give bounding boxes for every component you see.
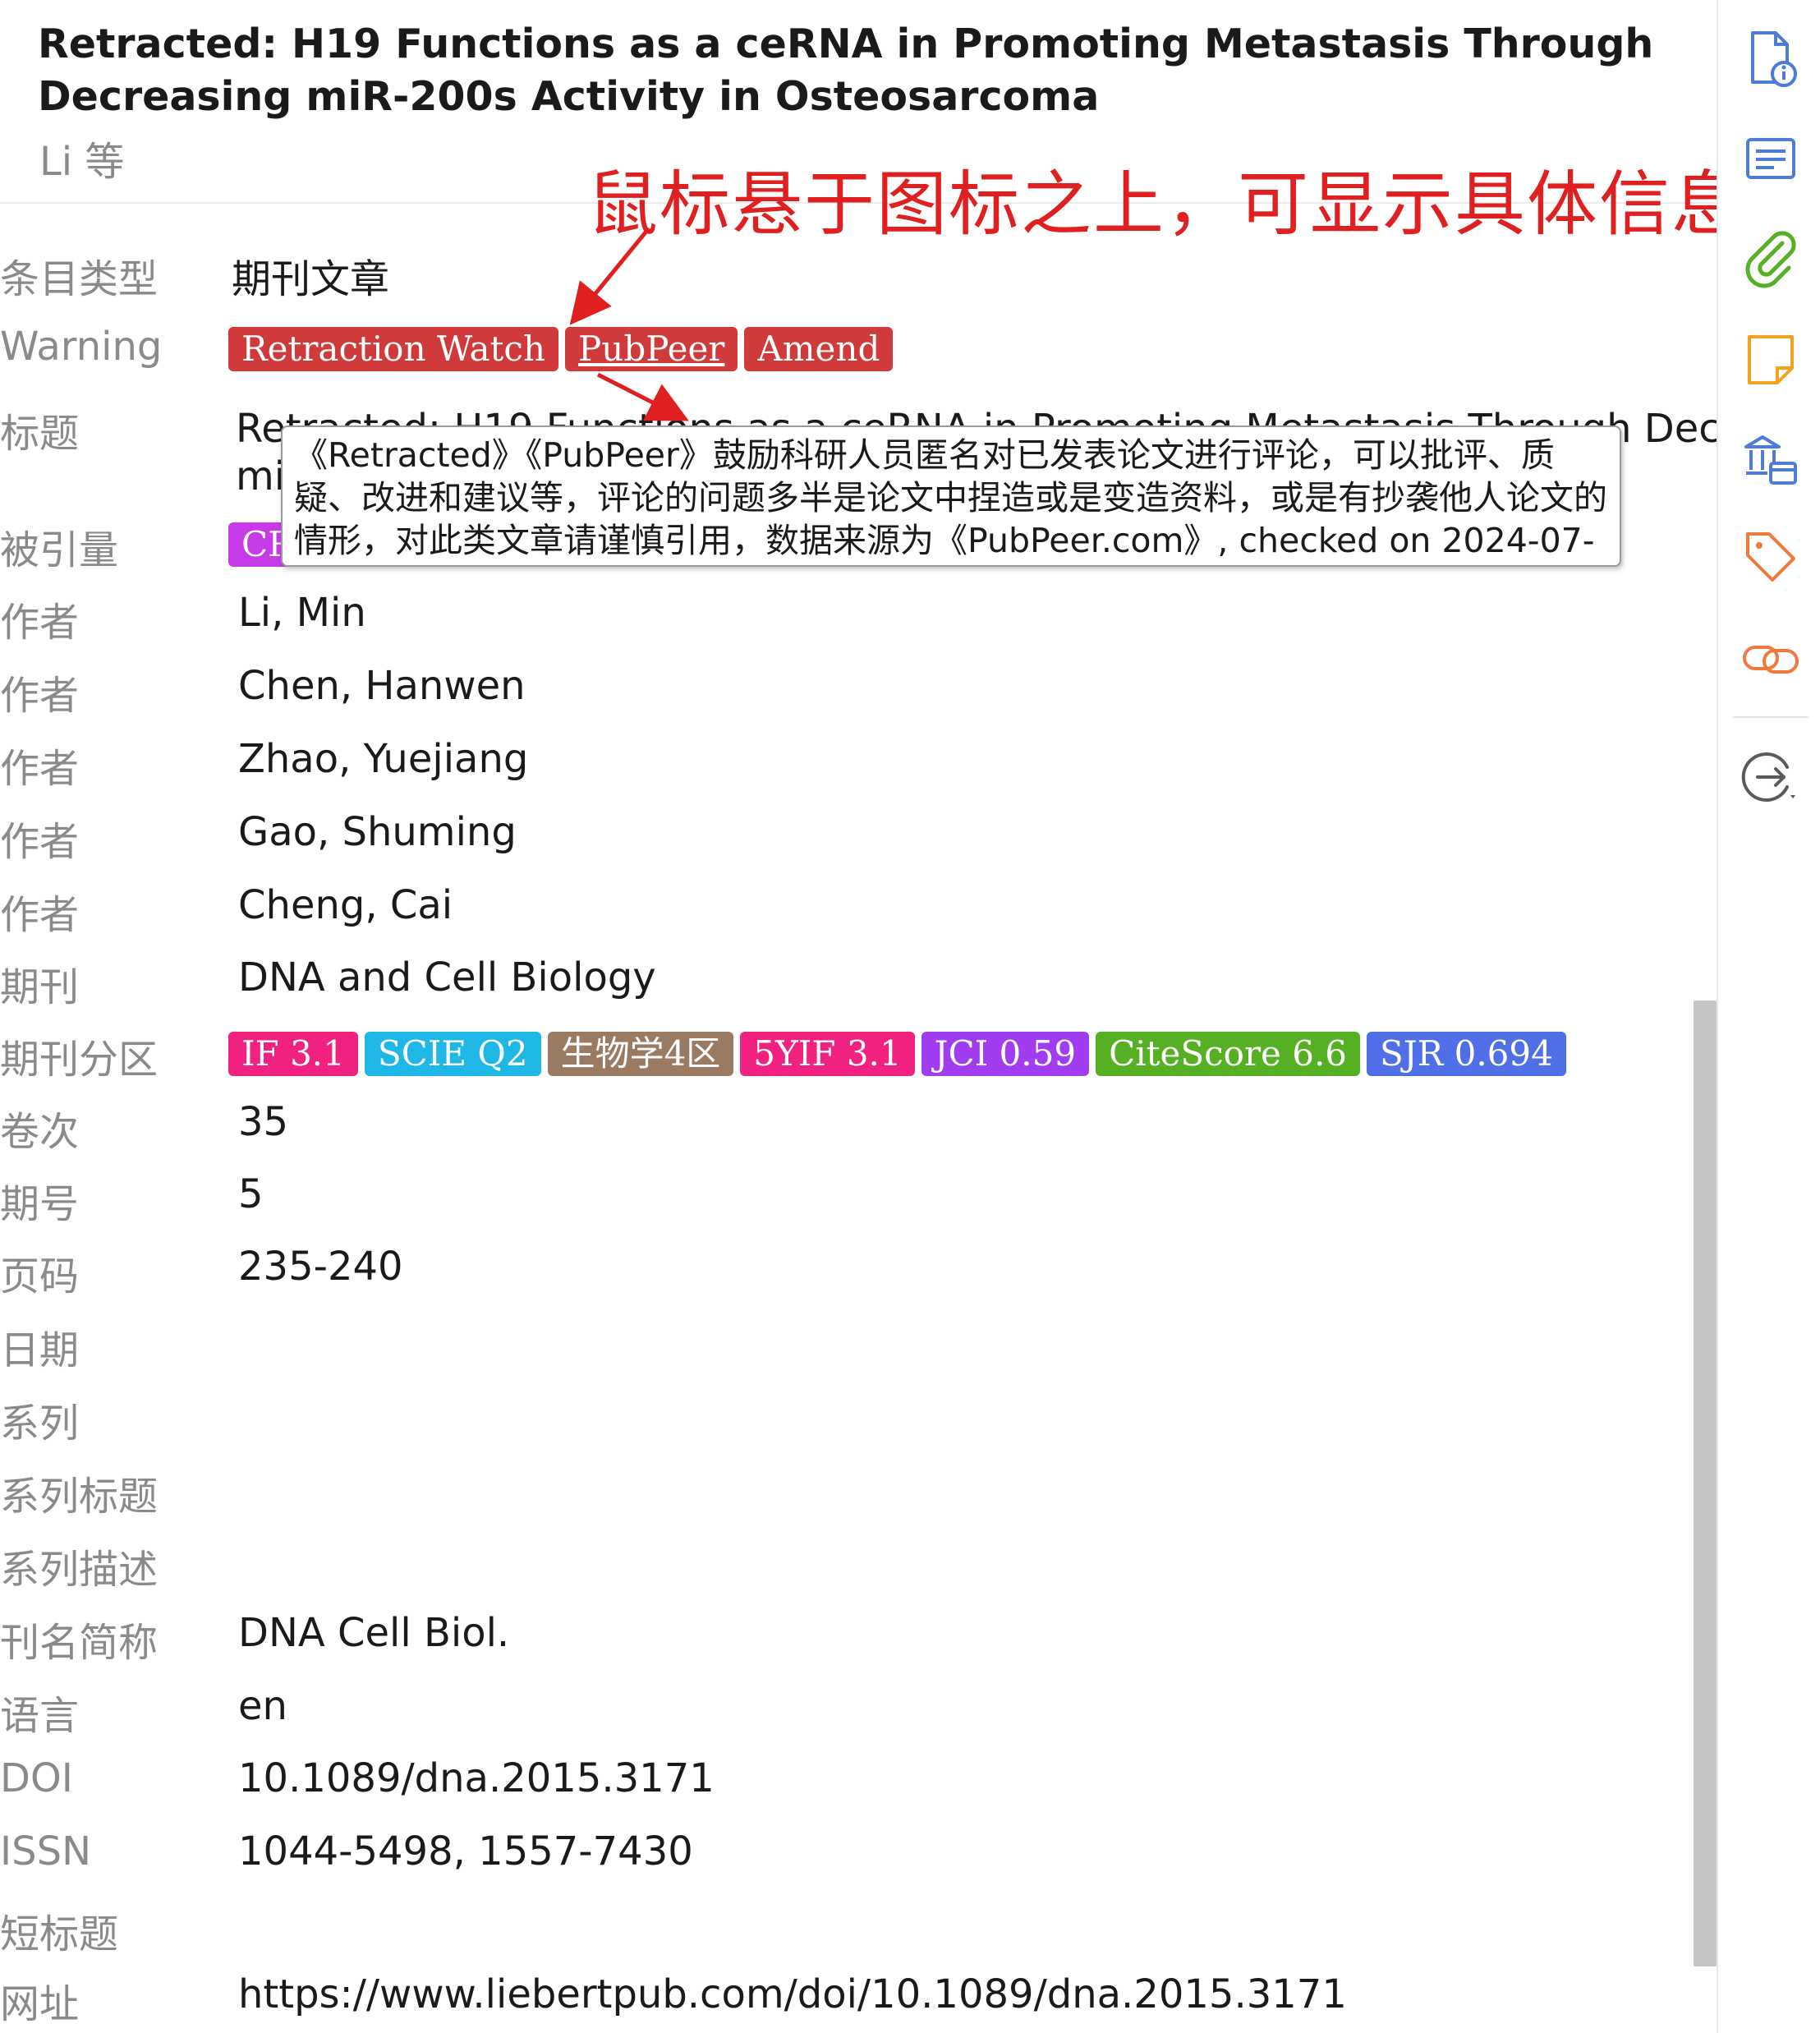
field-label: 网址: [0, 1981, 80, 2027]
pubpeer-tooltip: 《Retracted》《PubPeer》鼓励科研人员匿名对已发表论文进行评论，可…: [281, 425, 1621, 567]
field-row-language: 语言 en: [0, 1672, 1692, 1744]
item-pane: Retracted: H19 Functions as a ceRNA in P…: [0, 0, 1820, 2033]
field-label: 作者: [0, 600, 80, 646]
tooltip-line: 疑、改进和建议等，评论的问题多半是论文中捏造或是变造资料，或是有抄袭他人论文的: [294, 478, 1607, 517]
field-label: 日期: [0, 1327, 80, 1373]
libraries-collections-icon[interactable]: [1741, 429, 1800, 488]
field-row-series-text: 系列描述: [0, 1525, 1692, 1598]
field-row-pages: 页码 235-240: [0, 1232, 1692, 1304]
field-row-journal: 期刊 DNA and Cell Biology: [0, 943, 1692, 1015]
field-row-journal-abbr: 刊名简称 DNA Cell Biol.: [0, 1598, 1692, 1671]
field-row-author: 作者 Chen, Hanwen: [0, 651, 1692, 724]
field-label: DOI: [0, 1755, 73, 1801]
volume-value[interactable]: 35: [238, 1099, 288, 1145]
author-value[interactable]: Gao, Shuming: [238, 809, 517, 855]
tag-cas[interactable]: 生物学4区: [547, 1032, 734, 1076]
pages-value[interactable]: 235-240: [238, 1244, 403, 1290]
item-title[interactable]: Retracted: H19 Functions as a ceRNA in P…: [38, 18, 1680, 123]
field-label: 标题: [0, 411, 80, 457]
item-type-value[interactable]: 期刊文章: [232, 246, 389, 304]
field-label: 作者: [0, 892, 80, 938]
field-label: 短标题: [0, 1911, 119, 1957]
field-row-series: 系列: [0, 1379, 1692, 1451]
item-creator: Li 等: [39, 139, 125, 185]
tag-pubpeer[interactable]: PubPeer: [565, 327, 738, 371]
tag-5yif[interactable]: 5YIF 3.1: [740, 1032, 915, 1076]
field-row-author: 作者 Gao, Shuming: [0, 798, 1692, 870]
field-row-author: 作者 Cheng, Cai: [0, 871, 1692, 943]
field-row-issue: 期号 5: [0, 1160, 1692, 1232]
field-row-volume: 卷次 35: [0, 1088, 1692, 1160]
tag-amend[interactable]: Amend: [744, 327, 894, 371]
field-label: 卷次: [0, 1109, 80, 1155]
field-label: 系列描述: [0, 1547, 159, 1593]
field-label: 条目类型: [0, 256, 159, 302]
tag-retraction-watch[interactable]: Retraction Watch: [228, 327, 559, 371]
field-label: Warning: [0, 324, 163, 370]
field-row-short-title: 短标题: [0, 1890, 1692, 1962]
tags-icon[interactable]: [1741, 527, 1800, 586]
scrollbar-thumb[interactable]: [1694, 1000, 1717, 1966]
field-row-series-title: 系列标题: [0, 1452, 1692, 1525]
field-label: 作者: [0, 746, 80, 792]
issue-value[interactable]: 5: [238, 1171, 264, 1217]
journal-abbr-value[interactable]: DNA Cell Biol.: [238, 1610, 509, 1656]
tooltip-line: 情形，对此类文章请谨慎引用，数据来源为《PubPeer.com》, checke…: [294, 521, 1595, 565]
author-value[interactable]: Li, Min: [238, 590, 366, 636]
field-label: 作者: [0, 819, 80, 865]
attachments-icon[interactable]: [1741, 230, 1800, 289]
field-row-journal-rank: 期刊分区 IF 3.1 SCIE Q2 生物学4区 5YIF 3.1 JCI 0…: [0, 1015, 1692, 1088]
author-value[interactable]: Cheng, Cai: [238, 882, 453, 928]
field-label: 页码: [0, 1253, 80, 1299]
tag-scie[interactable]: SCIE Q2: [364, 1032, 541, 1076]
field-label: 作者: [0, 673, 80, 719]
field-row-author: 作者 Zhao, Yuejiang: [0, 724, 1692, 797]
author-value[interactable]: Chen, Hanwen: [238, 663, 526, 709]
field-row-author: 作者 Li, Min: [0, 578, 1692, 651]
sidenav-separator: [1733, 716, 1809, 718]
field-label: 被引量: [0, 527, 119, 573]
field-label: 期刊: [0, 964, 80, 1010]
annotation-text: 鼠标悬于图标之上，可显示具体信息: [587, 163, 1744, 246]
field-row-issn: ISSN 1044-5498, 1557-7430: [0, 1817, 1692, 1889]
journal-value[interactable]: DNA and Cell Biology: [238, 954, 656, 1000]
field-row-item-type: 条目类型 期刊文章: [0, 235, 1692, 307]
url-value[interactable]: https://www.liebertpub.com/doi/10.1089/d…: [238, 1971, 1347, 2017]
field-label: 系列: [0, 1401, 80, 1447]
doi-value[interactable]: 10.1089/dna.2015.3171: [238, 1755, 715, 1801]
notes-icon[interactable]: [1741, 330, 1800, 389]
language-value[interactable]: en: [238, 1683, 287, 1729]
issn-value[interactable]: 1044-5498, 1557-7430: [238, 1828, 693, 1874]
field-label: 刊名简称: [0, 1620, 159, 1666]
author-value[interactable]: Zhao, Yuejiang: [238, 736, 528, 782]
tooltip-line: 《Retracted》《PubPeer》鼓励科研人员匿名对已发表论文进行评论，可…: [294, 435, 1555, 475]
title-value-line-2[interactable]: mi: [236, 453, 285, 499]
field-label: 期刊分区: [0, 1037, 159, 1083]
field-label: 期号: [0, 1181, 80, 1227]
field-row-url: 网址 https://www.liebertpub.com/doi/10.108…: [0, 1960, 1692, 2032]
tag-if[interactable]: IF 3.1: [228, 1032, 358, 1076]
field-label: 系列标题: [0, 1474, 159, 1520]
field-label: ISSN: [0, 1828, 91, 1874]
tag-sjr[interactable]: SJR 0.694: [1367, 1032, 1566, 1076]
field-row-date: 日期: [0, 1306, 1692, 1378]
tag-jci[interactable]: JCI 0.59: [921, 1032, 1090, 1076]
field-label: 语言: [0, 1693, 80, 1739]
locate-icon[interactable]: [1741, 747, 1800, 807]
tag-citescore[interactable]: CiteScore 6.6: [1096, 1032, 1361, 1076]
field-row-warning: Warning Retraction Watch PubPeer Amend: [0, 312, 1692, 384]
related-icon[interactable]: [1741, 629, 1800, 688]
info-icon[interactable]: [1741, 28, 1800, 87]
item-pane-sidenav: [1717, 0, 1820, 2033]
field-row-doi: DOI 10.1089/dna.2015.3171: [0, 1744, 1692, 1816]
abstract-icon[interactable]: [1741, 130, 1800, 189]
